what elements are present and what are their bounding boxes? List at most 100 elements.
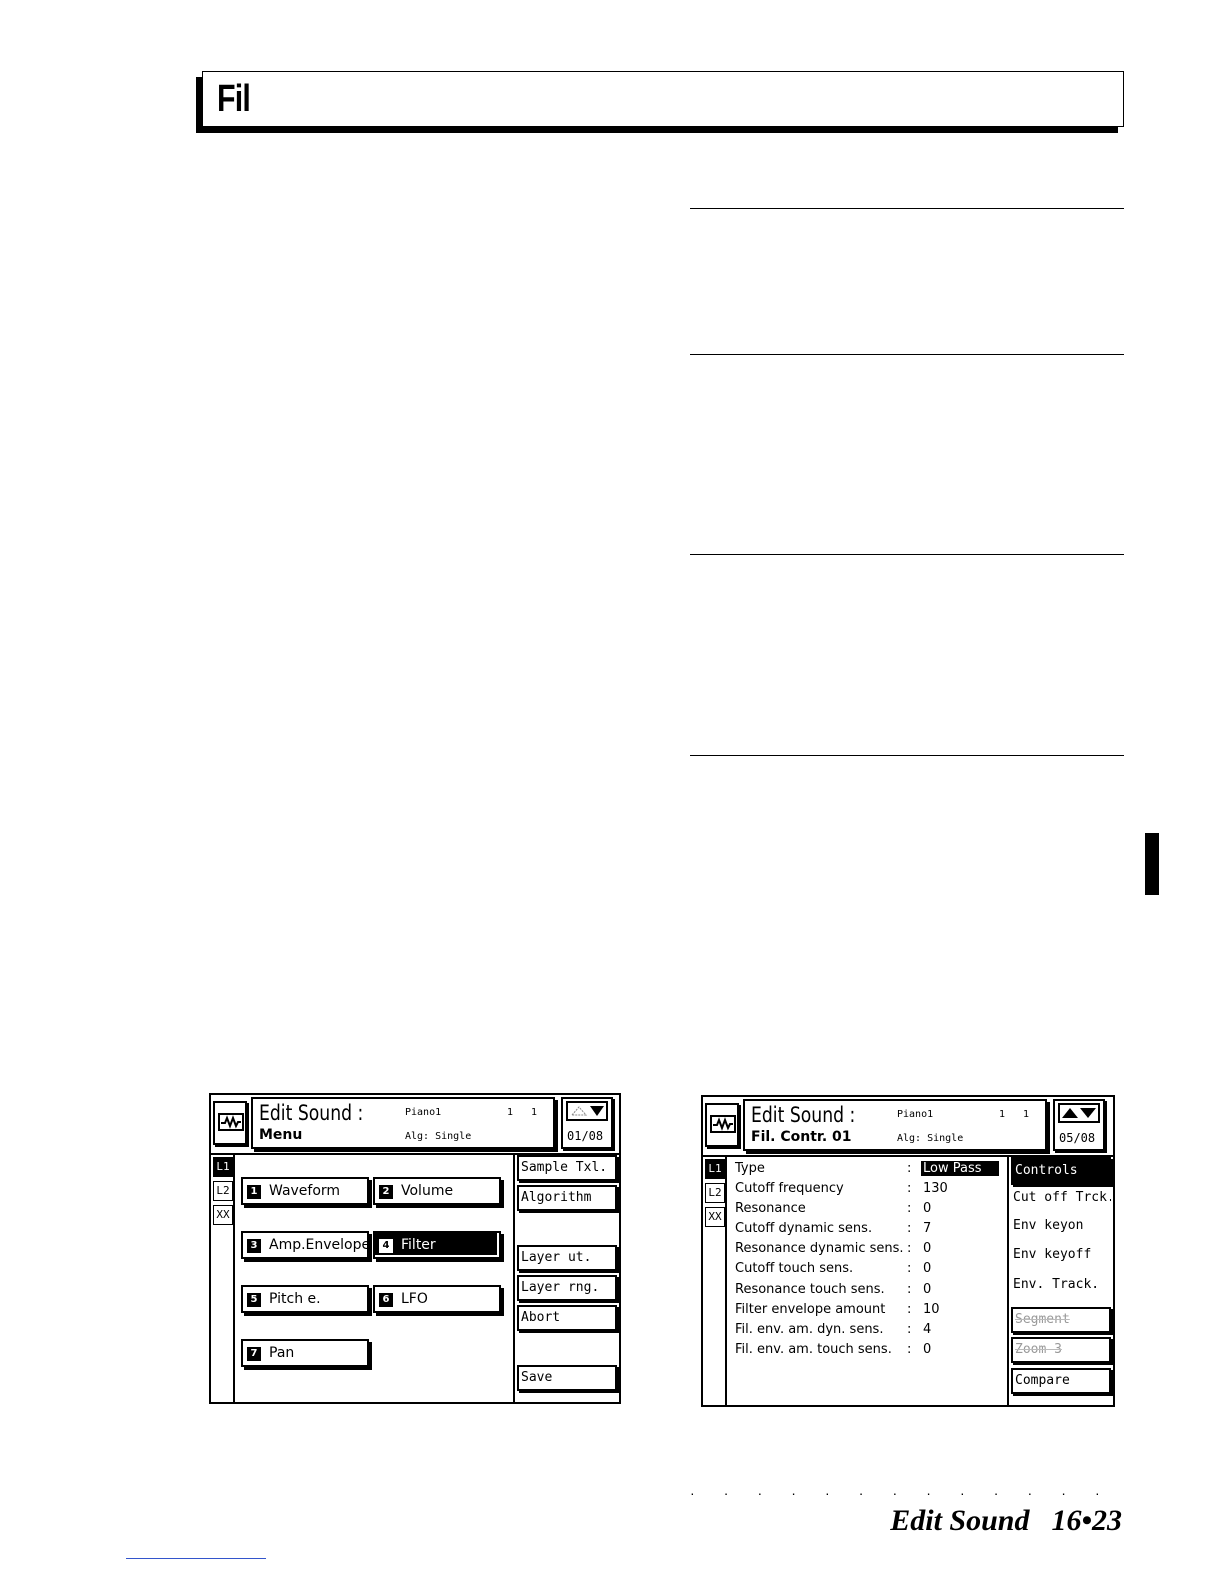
save-button[interactable]: Save [517,1365,617,1391]
button-label: Filter [401,1237,436,1253]
env-track-button[interactable]: Env. Track. [1011,1274,1111,1300]
page-arrows[interactable] [566,1101,608,1121]
cutoff-track-button[interactable]: Cut off Trck. [1011,1187,1111,1213]
param-value[interactable]: 130 [921,1181,950,1196]
algorithm-button[interactable]: Algorithm [517,1185,617,1211]
button-label: Pan [269,1345,295,1361]
segment-button[interactable]: Segment [1011,1307,1111,1333]
param-value[interactable]: 10 [921,1302,942,1317]
chapter-thumb-tab [1145,833,1159,895]
page-up-icon[interactable] [1062,1108,1078,1118]
env-keyon-button[interactable]: Env keyon [1011,1215,1111,1241]
value-1: 1 [999,1109,1006,1120]
waveform-icon[interactable] [213,1101,247,1145]
layer-l1-button[interactable]: L1 [705,1159,725,1179]
algorithm-label: Alg: Single [405,1131,472,1142]
button-label: Amp.Envelope [269,1237,369,1253]
value-2: 1 [531,1107,538,1118]
param-label: Resonance dynamic sens. [735,1241,904,1256]
button-number: 3 [247,1239,261,1253]
screen-header: Edit Sound : Fil. Contr. 01 Piano1 1 1 A… [743,1099,1047,1151]
screen-header: Edit Sound : Menu Piano1 1 1 Alg: Single [251,1097,555,1149]
button-number: 6 [379,1293,393,1307]
lfo-button[interactable]: 6 LFO [373,1285,501,1313]
layer-column: L1 L2 XX [703,1155,727,1405]
button-label: Waveform [269,1183,341,1199]
divider [690,354,1124,355]
screen-subtitle: Fil. Contr. 01 [751,1129,852,1145]
filter-button[interactable]: 4 Filter [373,1231,501,1259]
footer-page-number: 16•23 [1051,1504,1122,1537]
param-colon: : [907,1181,912,1196]
section-banner: Fil [202,71,1124,127]
param-value[interactable]: 0 [921,1241,933,1256]
divider [690,755,1124,756]
button-number: 7 [247,1347,261,1361]
param-value[interactable]: 4 [921,1322,933,1337]
screen-subtitle: Menu [259,1127,303,1143]
layer-l2-button[interactable]: L2 [705,1183,725,1203]
param-colon: : [907,1282,912,1297]
layer-l1-button[interactable]: L1 [213,1157,233,1177]
page-navigator[interactable]: 05/08 [1053,1099,1105,1151]
link-underline [126,1558,266,1559]
param-label: Filter envelope amount [735,1302,886,1317]
page-number: 01/08 [567,1129,604,1143]
param-colon: : [907,1322,912,1337]
param-label: Fil. env. am. dyn. sens. [735,1322,884,1337]
button-number: 4 [379,1239,393,1253]
param-value[interactable]: 0 [921,1201,933,1216]
layer-xx-button[interactable]: XX [705,1207,725,1227]
param-value[interactable]: Low Pass [921,1161,999,1176]
button-number: 2 [379,1185,393,1199]
value-1: 1 [507,1107,514,1118]
button-label: Volume [401,1183,454,1199]
sound-name: Piano1 [405,1107,442,1118]
param-colon: : [907,1221,912,1236]
param-colon: : [907,1302,912,1317]
amp-envelope-button[interactable]: 3 Amp.Envelope [241,1231,369,1259]
page-footer: Edit Sound 16•23 [890,1504,1122,1538]
page-arrows[interactable] [1058,1103,1100,1123]
param-label: Fil. env. am. touch sens. [735,1342,892,1357]
page-up-icon[interactable] [570,1106,588,1116]
section-title: Fil [217,78,251,120]
layer-xx-button[interactable]: XX [213,1205,233,1225]
env-keyoff-button[interactable]: Env keyoff [1011,1244,1111,1270]
page-navigator[interactable]: 01/08 [561,1097,613,1149]
divider [690,554,1124,555]
controls-button[interactable]: Controls [1011,1157,1111,1185]
button-number: 1 [247,1185,261,1199]
page-down-icon[interactable] [590,1106,604,1116]
sample-txl-button[interactable]: Sample Txl. [517,1155,617,1181]
button-label: LFO [401,1291,428,1307]
layer-rng-button[interactable]: Layer rng. [517,1275,617,1301]
button-number: 5 [247,1293,261,1307]
page-down-icon[interactable] [1080,1108,1096,1118]
layer-l2-button[interactable]: L2 [213,1181,233,1201]
abort-button[interactable]: Abort [517,1305,617,1331]
param-colon: : [907,1342,912,1357]
param-value[interactable]: 7 [921,1221,933,1236]
layer-ut-button[interactable]: Layer ut. [517,1245,617,1271]
zoom-button[interactable]: Zoom 3 [1011,1337,1111,1363]
waveform-button[interactable]: 1 Waveform [241,1177,369,1205]
param-value[interactable]: 0 [921,1282,933,1297]
divider [690,208,1124,209]
value-2: 1 [1023,1109,1030,1120]
lcd-screen-filter: Edit Sound : Fil. Contr. 01 Piano1 1 1 A… [701,1095,1115,1407]
pitch-envelope-button[interactable]: 5 Pitch e. [241,1285,369,1313]
volume-button[interactable]: 2 Volume [373,1177,501,1205]
param-value[interactable]: 0 [921,1261,933,1276]
param-label: Resonance touch sens. [735,1282,885,1297]
param-value[interactable]: 0 [921,1342,933,1357]
compare-button[interactable]: Compare [1011,1368,1111,1394]
footer-dots: · · · · · · · · · · · · · · · · · · · · … [690,1485,1124,1501]
waveform-icon[interactable] [705,1103,739,1147]
param-label: Type [735,1161,765,1176]
param-colon: : [907,1261,912,1276]
param-label: Cutoff touch sens. [735,1261,854,1276]
softkey-column: Controls Cut off Trck. Env keyon Env key… [1007,1155,1113,1405]
layer-column: L1 L2 XX [211,1153,235,1402]
pan-button[interactable]: 7 Pan [241,1339,369,1367]
